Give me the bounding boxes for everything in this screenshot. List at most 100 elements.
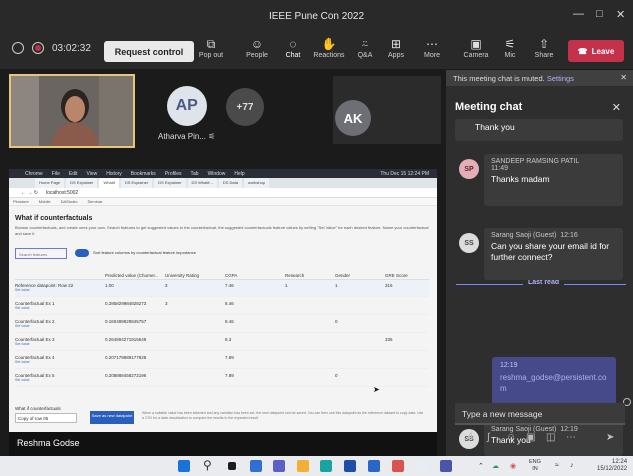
send-icon[interactable]: ➤ <box>606 432 614 443</box>
apps-button[interactable]: ⊞ Apps <box>378 36 414 59</box>
minimize-icon[interactable]: — <box>573 8 584 20</box>
whatif-description: Browse counterfactuals, and create ones … <box>15 225 429 236</box>
chat-title: Meeting chat <box>455 101 523 113</box>
avatar-sp: SP <box>459 159 479 179</box>
more-options-icon[interactable]: ⋯ <box>566 432 576 443</box>
browser-url-bar: ← → ↻ localhost:5002 <box>9 188 437 198</box>
window-title: IEEE Pune Con 2022 <box>268 10 365 22</box>
chevron-up-icon[interactable]: ⌃ <box>478 462 484 470</box>
mouse-cursor-icon: ➤ <box>373 385 380 394</box>
table-row: Counterfactual Ex 1 Set value 0.285829984… <box>15 298 429 315</box>
table-row: Reference datapoint: Row 22 Set value 1.0… <box>15 280 429 297</box>
participant-overflow[interactable]: +77 <box>226 88 264 126</box>
meeting-stage: AP Atharva Pin... ⚟ +77 AK Chrome File E… <box>0 70 446 456</box>
office-icon[interactable] <box>392 460 404 472</box>
reactions-button[interactable]: ✋ Reactions <box>311 36 347 59</box>
avatar-ap: AP <box>166 86 207 126</box>
presenter-video-tile[interactable] <box>9 74 135 148</box>
camera-button[interactable]: ▣ Camera <box>458 36 494 59</box>
store-icon[interactable] <box>344 460 356 472</box>
search-icon[interactable]: ⚲ <box>203 458 212 472</box>
teams-meeting-icon[interactable] <box>440 460 452 472</box>
meeting-status: 03:02:32 <box>12 42 91 54</box>
teams-chat-icon[interactable] <box>273 460 285 472</box>
share-icon: ⇧ <box>538 37 550 51</box>
edge-icon[interactable] <box>320 460 332 472</box>
cloud-icon[interactable]: ☁ <box>492 462 499 470</box>
clock[interactable]: 12:24 15/12/2022 <box>597 459 627 473</box>
emoji-icon[interactable]: ☺ <box>506 432 516 443</box>
browser-bookmarks: Pimstore Mobile DAStudio Seminar <box>9 198 437 206</box>
sticker-icon[interactable]: ◫ <box>546 432 555 443</box>
leave-button[interactable]: ☎ Leave <box>568 40 624 62</box>
gif-icon[interactable]: ▣ <box>526 432 535 443</box>
language-indicator[interactable]: ENG IN <box>529 459 541 473</box>
browser-tabs: Home Page DS Explainer Whatif DS Explain… <box>9 178 437 188</box>
save-help-text: When a suitable value has been selected … <box>142 411 424 420</box>
title-bar: IEEE Pune Con 2022 — □ ✕ <box>0 0 633 32</box>
sort-toggle <box>75 249 89 257</box>
qa-icon: ⍨ <box>361 37 369 51</box>
volume-icon[interactable]: ♪ <box>570 462 574 469</box>
reactions-icon: ✋ <box>321 37 337 51</box>
datapoint-name-input: Copy of row 05 <box>15 413 77 423</box>
more-icon: ⋯ <box>426 37 438 51</box>
settings-link[interactable]: Settings <box>547 74 574 83</box>
mic-off-icon: ⚟ <box>208 132 216 141</box>
teams-app-icon[interactable] <box>368 460 380 472</box>
more-button[interactable]: ⋯ More <box>414 36 450 59</box>
table-row: Counterfactual Ex 4 Set value 0.207179989… <box>15 352 429 369</box>
request-control-button[interactable]: Request control <box>104 41 194 62</box>
popout-icon: ⧉ <box>206 37 216 51</box>
attach-icon[interactable]: ∫ <box>487 432 490 443</box>
antivirus-icon[interactable]: ◉ <box>510 462 516 470</box>
participant-ap-name: Atharva Pin... ⚟ <box>158 132 216 141</box>
chat-button[interactable]: ◌ Chat <box>275 36 311 59</box>
teams-meeting-window: IEEE Pune Con 2022 — □ ✕ 03:02:32 Reques… <box>0 0 633 476</box>
save-datapoint-button: Save as new datapoint <box>90 411 134 424</box>
widgets-icon[interactable] <box>250 460 262 472</box>
windows-taskbar: ⚲ ⌃ ☁ ◉ ENG IN ≈ ♪ 12:24 15/12/2022 <box>0 456 633 476</box>
chat-message[interactable]: Sarang Saoji (Guest) 12:16 Can you share… <box>484 228 623 280</box>
mic-button[interactable]: ⚟ Mic <box>492 36 528 59</box>
sort-toggle-label: Sort feature columns by counterfactual f… <box>93 250 196 255</box>
mic-off-icon: ⚟ <box>504 37 516 51</box>
participant-ap[interactable]: AP Atharva Pin... ⚟ <box>158 86 215 141</box>
chat-message[interactable]: Thank you <box>455 119 623 141</box>
table-row: Counterfactual Ex 5 Set value 0.208888458… <box>15 370 429 387</box>
feature-search-input: Search features <box>15 248 67 259</box>
meeting-timer: 03:02:32 <box>52 42 91 54</box>
meeting-toolbar: 03:02:32 Request control ⧉ Pop out ☺ Peopl… <box>0 32 633 70</box>
task-view-icon[interactable] <box>228 462 236 470</box>
meeting-chat-panel: This meeting chat is muted. Settings ✕ M… <box>446 70 633 456</box>
chat-message[interactable]: SANDEEP RAMSING PATIL 11:49 Thanks madam <box>484 154 623 206</box>
people-button[interactable]: ☺ People <box>239 36 275 59</box>
mac-menubar: Chrome File Edit View History Bookmarks … <box>9 169 437 178</box>
maximize-icon[interactable]: □ <box>596 8 603 20</box>
wifi-icon[interactable]: ≈ <box>555 462 559 469</box>
chat-icon: ◌ <box>289 37 297 51</box>
avatar-ak: AK <box>335 100 371 136</box>
apps-icon: ⊞ <box>390 37 402 51</box>
camera-off-icon: ▣ <box>470 37 482 51</box>
people-icon: ☺ <box>250 37 264 51</box>
start-icon[interactable] <box>178 460 190 472</box>
app-icon[interactable] <box>416 460 428 472</box>
message-compose-input[interactable]: Type a new message <box>455 403 625 425</box>
format-icon[interactable]: 𝐴 <box>466 432 473 443</box>
shield-icon <box>12 42 24 54</box>
avatar-ss: SS <box>459 233 479 253</box>
cf-table-header: Predicted value (Churner... University R… <box>15 270 429 280</box>
share-button[interactable]: ⇧ Share <box>526 36 562 59</box>
phone-icon: ☎ <box>577 46 588 56</box>
shared-screen: Chrome File Edit View History Bookmarks … <box>9 169 437 453</box>
chat-muted-banner: This meeting chat is muted. Settings <box>446 70 633 86</box>
file-explorer-icon[interactable] <box>297 460 309 472</box>
close-banner-icon[interactable]: ✕ <box>620 73 627 82</box>
close-chat-icon[interactable]: ✕ <box>612 101 621 114</box>
presenter-video <box>11 76 133 146</box>
whatif-title: What if counterfactuals <box>15 215 93 222</box>
overflow-count: +77 <box>226 88 264 126</box>
close-window-icon[interactable]: ✕ <box>616 8 625 21</box>
popout-button[interactable]: ⧉ Pop out <box>193 36 229 59</box>
